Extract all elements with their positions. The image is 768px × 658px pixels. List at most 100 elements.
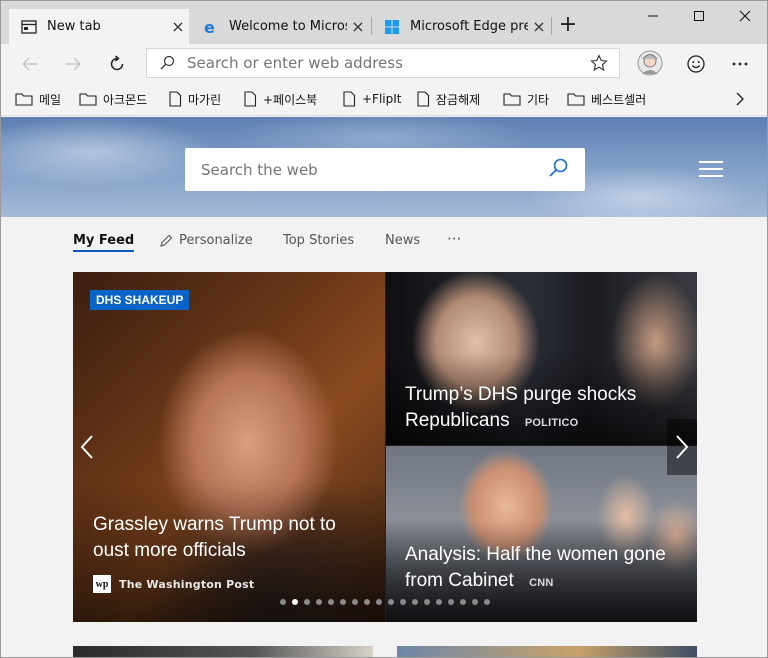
more-tabs-icon[interactable]: ··· [447,230,461,248]
chevron-right-icon [676,435,689,459]
carousel-dot[interactable] [340,599,346,605]
tab-strip: New tab × e Welcome to Microsoft Edge × … [1,1,767,44]
refresh-button[interactable] [101,49,133,79]
story-main-headline[interactable]: Grassley warns Trump not to oust more of… [93,512,363,564]
tab-top-stories[interactable]: Top Stories [283,233,354,248]
news-card[interactable] [73,646,373,657]
favorite-label: 기타 [527,92,550,107]
tab-my-feed[interactable]: My Feed [73,233,135,252]
favorites-overflow-chevron-icon[interactable] [735,89,751,109]
page-icon [244,91,257,107]
tab-personalize[interactable]: Personalize [159,233,253,248]
folder-icon [567,93,585,106]
tab-new-tab[interactable]: New tab × [9,9,189,44]
story-side-2[interactable]: Analysis: Half the women gone from Cabin… [386,446,697,622]
story-side-1[interactable]: Trump’s DHS purge shocks Republicans POL… [386,272,697,445]
carousel-dot[interactable] [472,599,478,605]
forward-arrow-icon [66,57,81,71]
smiley-icon [687,55,705,73]
refresh-icon [110,55,124,71]
carousel-dot[interactable] [436,599,442,605]
carousel-dot[interactable] [280,599,286,605]
favorite-item-mail[interactable]: 메일 [15,89,61,109]
maximize-button[interactable] [676,1,722,31]
carousel-dot[interactable] [316,599,322,605]
page-icon [169,91,182,107]
carousel-dot[interactable] [388,599,394,605]
forward-button[interactable] [57,49,89,79]
carousel-dot[interactable] [460,599,466,605]
browser-window: New tab × e Welcome to Microsoft Edge × … [0,0,768,658]
web-search-box[interactable] [185,148,585,191]
tab-news[interactable]: News [385,233,420,248]
carousel-dot[interactable] [364,599,370,605]
carousel-dot[interactable] [352,599,358,605]
carousel-dot[interactable] [412,599,418,605]
favorite-star-icon[interactable] [579,54,619,72]
favorite-item-other[interactable]: 기타 [503,89,549,109]
address-bar[interactable] [146,48,620,78]
settings-more-button[interactable] [724,49,756,79]
favorite-item-archmond[interactable]: 아크몬드 [79,89,147,109]
source-label: CNN [529,577,554,589]
new-tab-icon [21,19,37,35]
favorite-item-unlock[interactable]: 잠금해제 [416,89,480,109]
close-icon [739,10,751,22]
back-arrow-icon [22,57,37,71]
tab-edge-preview[interactable]: Microsoft Edge preview × [372,9,550,44]
favorite-label: +페이스북 [263,92,318,107]
folder-icon [79,93,97,106]
story-badge: DHS SHAKEUP [90,290,190,310]
minimize-button[interactable] [630,1,676,31]
washington-post-logo-icon: wp [93,575,111,593]
feedback-button[interactable] [680,49,712,79]
carousel-dot[interactable] [424,599,430,605]
page-settings-menu-icon[interactable] [699,161,723,179]
carousel-dot[interactable] [292,599,298,605]
favorite-item-facebook[interactable]: +페이스북 [243,89,317,109]
edge-e-icon: e [203,18,219,37]
story-main[interactable]: DHS SHAKEUP Grassley warns Trump not to … [73,272,385,622]
favorite-label: 아크몬드 [103,92,148,107]
tab-label: New tab [47,19,101,34]
carousel-dot[interactable] [484,599,490,605]
web-search-input[interactable] [201,160,547,179]
close-window-button[interactable] [722,1,767,31]
carousel-dot[interactable] [376,599,382,605]
new-tab-button[interactable]: + [557,14,579,36]
hero-background [1,117,767,217]
favorite-item-bestseller[interactable]: 베스트셀러 [567,89,646,109]
carousel-dot[interactable] [304,599,310,605]
favorite-label: 잠금해제 [436,92,481,107]
carousel-dot[interactable] [448,599,454,605]
svg-text:e: e [204,19,215,35]
favorite-label: 마가린 [188,92,222,107]
avatar [637,50,663,76]
story-side-1-headline[interactable]: Trump’s DHS purge shocks Republicans POL… [405,382,690,436]
carousel-next-button[interactable] [667,419,697,475]
story-side-2-headline[interactable]: Analysis: Half the women gone from Cabin… [405,542,690,596]
close-tab-icon[interactable]: × [347,17,369,36]
news-card[interactable] [397,646,697,657]
close-tab-icon[interactable]: × [528,17,550,36]
page-icon [417,91,430,107]
headline-text: Trump’s DHS purge shocks Republicans [405,384,637,431]
favorite-item-margarine[interactable]: 마가린 [168,89,221,109]
carousel-dot[interactable] [328,599,334,605]
tab-label: Welcome to Microsoft Edge [229,19,347,34]
profile-avatar-button[interactable] [634,48,666,78]
carousel-prev-button[interactable] [73,419,101,475]
search-icon[interactable] [547,157,569,183]
folder-icon [503,93,521,106]
favorite-label: 베스트셀러 [591,92,647,107]
tab-label: Microsoft Edge preview [410,19,528,34]
carousel-dot[interactable] [400,599,406,605]
favorite-item-flipit[interactable]: +FlipIt [342,89,402,109]
back-button[interactable] [14,49,46,79]
tab-welcome[interactable]: e Welcome to Microsoft Edge × [191,9,369,44]
close-tab-icon[interactable]: × [167,17,189,36]
navigation-toolbar [1,44,767,84]
search-icon [147,55,187,71]
tab-label: Personalize [179,233,253,248]
address-input[interactable] [187,54,579,72]
